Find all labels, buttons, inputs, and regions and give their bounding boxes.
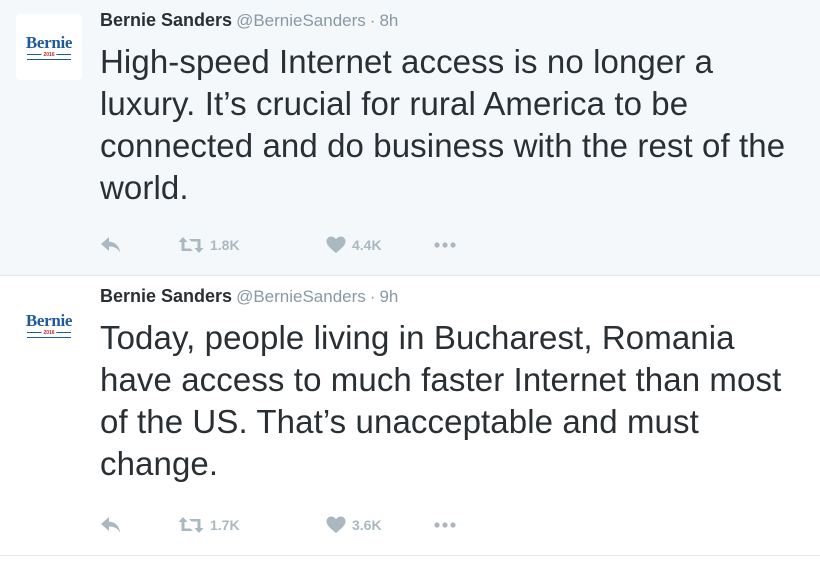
avatar[interactable]: Bernie 2016: [16, 14, 82, 80]
bernie-logo: Bernie: [25, 33, 73, 52]
author-name[interactable]: Bernie Sanders: [100, 10, 232, 30]
author-handle[interactable]: @BernieSanders: [236, 11, 366, 30]
tweet-header: Bernie Sanders @BernieSanders · 8h: [100, 8, 806, 33]
header-separator: ·: [369, 11, 376, 30]
tweet-text: High-speed Internet access is no longer …: [100, 43, 786, 206]
header-separator: ·: [369, 287, 376, 306]
reply-icon: [101, 517, 120, 533]
reply-icon: [101, 237, 120, 253]
retweet-icon: [178, 237, 204, 253]
retweet-count: 1.8K: [210, 237, 240, 253]
logo-bar: 2016: [27, 330, 71, 338]
more-icon: [434, 242, 456, 248]
more-button[interactable]: [434, 232, 456, 258]
tweet-text: Today, people living in Bucharest, Roman…: [100, 319, 782, 482]
like-button[interactable]: 3.6K: [326, 512, 382, 538]
tweet-header: Bernie Sanders @BernieSanders · 9h: [100, 284, 806, 309]
author-handle[interactable]: @BernieSanders: [236, 287, 366, 306]
tweet-timestamp[interactable]: 8h: [379, 11, 398, 30]
like-count: 3.6K: [352, 517, 382, 533]
logo-bar: 2016: [27, 52, 71, 60]
avatar[interactable]: Bernie 2016: [16, 292, 82, 358]
heart-icon: [326, 236, 346, 253]
retweet-icon: [178, 517, 204, 533]
like-button[interactable]: 4.4K: [326, 232, 382, 258]
more-button[interactable]: [434, 512, 456, 538]
tweet-content: Bernie Sanders @BernieSanders · 9h Today, p…: [100, 284, 806, 485]
logo-year: 2016: [41, 330, 57, 337]
like-count: 4.4K: [352, 237, 382, 253]
reply-button[interactable]: [100, 232, 122, 258]
tweet-timestamp[interactable]: 9h: [379, 287, 398, 306]
heart-icon: [326, 516, 346, 533]
author-name[interactable]: Bernie Sanders: [100, 286, 232, 306]
tweet-content: Bernie Sanders @BernieSanders · 8h High-spe…: [100, 8, 806, 209]
more-icon: [434, 522, 456, 528]
retweet-button[interactable]: 1.8K: [178, 232, 240, 258]
logo-year: 2016: [41, 52, 57, 59]
tweet[interactable]: Bernie 2016 Bernie Sanders @BernieSanders…: [0, 276, 820, 556]
bernie-logo: Bernie: [25, 311, 73, 330]
retweet-button[interactable]: 1.7K: [178, 512, 240, 538]
retweet-count: 1.7K: [210, 517, 240, 533]
reply-button[interactable]: [100, 512, 122, 538]
tweet[interactable]: Bernie 2016 Bernie Sanders @BernieSanders…: [0, 0, 820, 276]
